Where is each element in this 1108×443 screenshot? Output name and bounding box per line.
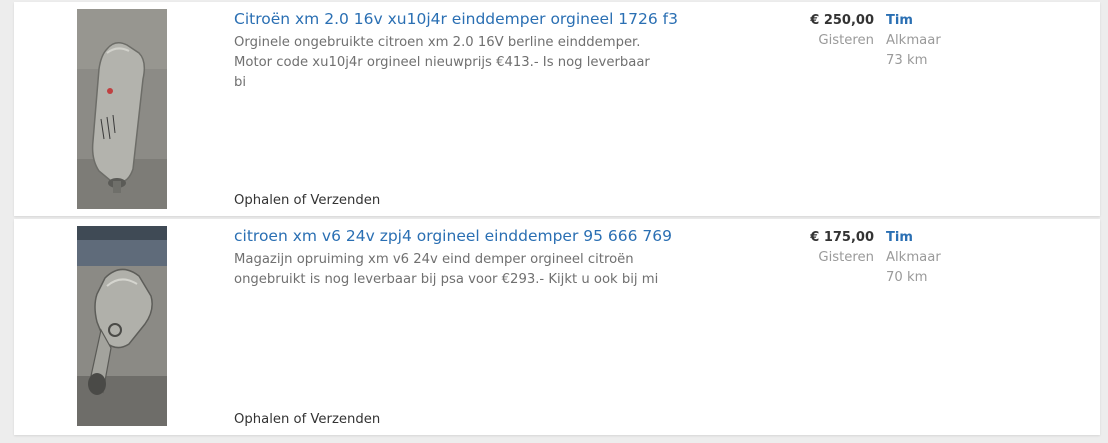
delivery-method: Ophalen of Verzenden: [234, 193, 381, 208]
listing-description: Orginele ongebruikte citroen xm 2.0 16V …: [234, 35, 650, 90]
listing-card[interactable]: Citroën xm 2.0 16v xu10j4r einddemper or…: [14, 2, 1100, 216]
muffler-photo-image: [77, 226, 167, 426]
listing-distance: 73 km: [886, 53, 928, 68]
listing-title[interactable]: citroen xm v6 24v zpj4 orgineel einddemp…: [234, 227, 672, 245]
seller-name[interactable]: Tim: [886, 13, 913, 28]
listing-title[interactable]: Citroën xm 2.0 16v xu10j4r einddemper or…: [234, 10, 678, 28]
listing-card[interactable]: citroen xm v6 24v zpj4 orgineel einddemp…: [14, 219, 1100, 435]
listing-description: Magazijn opruiming xm v6 24v eind demper…: [234, 252, 659, 287]
listing-price: € 175,00: [810, 230, 874, 245]
listing-thumbnail[interactable]: [77, 9, 167, 209]
muffler-photo-image: [77, 9, 167, 209]
listing-price: € 250,00: [810, 13, 874, 28]
listing-distance: 70 km: [886, 270, 928, 285]
delivery-method: Ophalen of Verzenden: [234, 412, 381, 427]
listing-thumbnail[interactable]: [77, 226, 167, 426]
listing-date: Gisteren: [818, 33, 874, 48]
listing-date: Gisteren: [818, 250, 874, 265]
seller-location: Alkmaar: [886, 33, 941, 48]
seller-location: Alkmaar: [886, 250, 941, 265]
seller-name[interactable]: Tim: [886, 230, 913, 245]
listing-results: Citroën xm 2.0 16v xu10j4r einddemper or…: [0, 0, 1108, 443]
